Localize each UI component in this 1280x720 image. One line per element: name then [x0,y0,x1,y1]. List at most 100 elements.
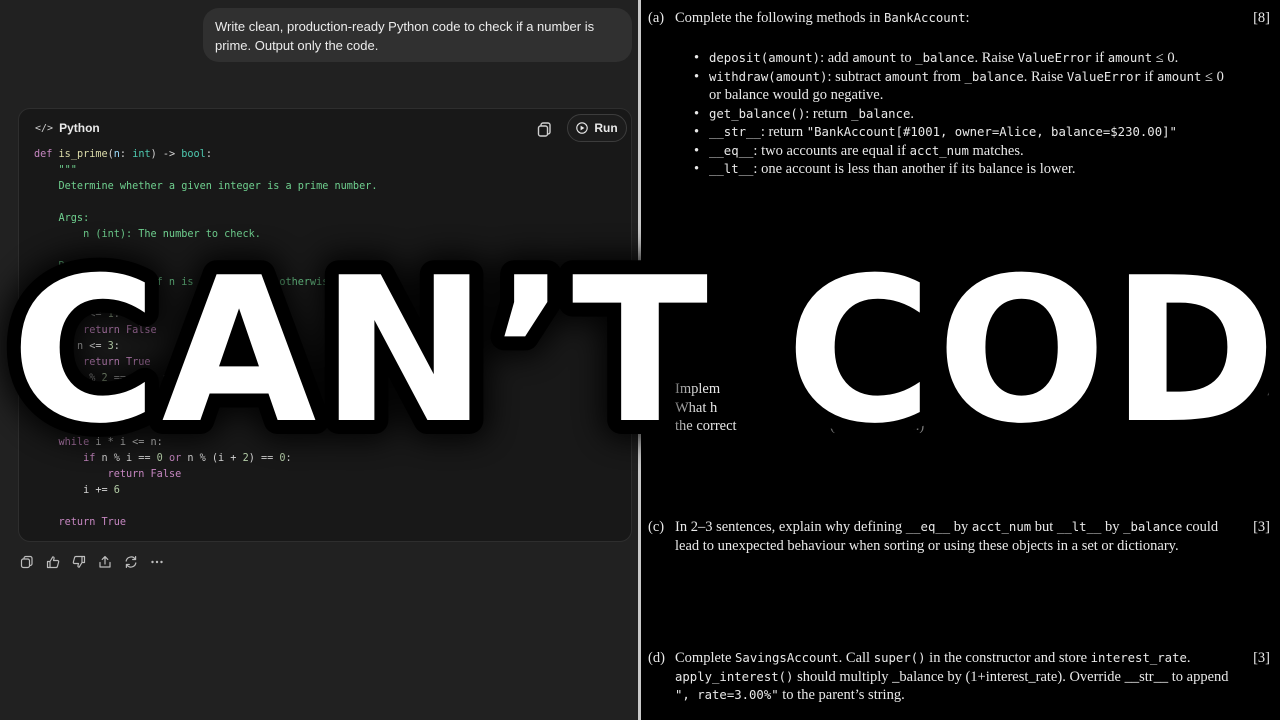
inline-text: by [950,519,972,535]
run-button[interactable]: Run [567,114,627,142]
inline-code: apply_interest() [675,669,794,684]
code-line: if n % i == 0 or n % (i + 2) == 0: [34,451,624,467]
question-b-line-2-end: y is this [1178,399,1223,418]
code-token: if [34,309,77,320]
intro-punct: : [965,10,970,26]
code-token: 5 [83,421,90,432]
question-b-line-1-end: deposit(). [1176,380,1246,399]
inline-code: "BankAccount[#1001, owner=Alice, balance… [806,125,1177,139]
inline-code: acct_num [909,143,969,158]
inline-text: by (1+interest_rate). Override [943,668,1125,685]
inline-text: in the constructor and store [925,650,1091,666]
inline-text: should multiply [793,668,893,685]
question-b-marks: [3] [1253,381,1270,397]
code-token: n % [76,373,102,384]
q-b-punct: . [1242,381,1247,397]
q-b-text: What h [675,399,718,416]
inline-text: . Raise [1023,68,1067,85]
code-token: or [138,373,163,384]
copy-button[interactable] [19,553,35,571]
inline-code: get_balance() [709,106,806,121]
inline-code: amount [1157,69,1202,84]
code-token: n <= [76,341,108,352]
copy-icon [20,555,33,569]
code-line: bool: True if n is prime, False otherwis… [34,275,624,291]
code-block: </> Python Run def is_prime(n: int) -> b… [18,108,632,542]
inline-text: to the parent’s string. [778,687,905,703]
bullet-item: __str__: return "BankAccount[#1001, owne… [694,123,1234,142]
q-b-text: the correct [675,418,737,434]
question-a-marks: [8] [1253,10,1270,26]
q-b-text: Implem [675,381,721,397]
inline-code: ValueError [1066,69,1141,84]
run-label: Run [594,121,618,135]
code-language-header: </> Python [35,121,100,135]
inline-code: amount [1107,51,1153,65]
code-line: i = 5 [34,419,624,435]
code-token: Returns: [34,261,108,272]
inline-text: matches. [968,142,1024,159]
bullet-item: get_balance(): return _balance. [694,105,1234,124]
thumbs-up-button[interactable] [45,553,61,571]
inline-text: _balance [892,668,944,685]
question-c-body: In 2–3 sentences, explain why defining _… [675,518,1220,555]
code-line: i += 6 [34,483,624,499]
copy-code-button[interactable] [535,119,555,139]
inline-text: from [929,68,965,85]
code-line: return True [34,515,624,531]
regenerate-button[interactable] [123,553,139,571]
code-line: return False [34,323,624,339]
exam-pane: (a) Complete the following methods in Ba… [641,0,1280,720]
inline-code: _balance [1123,520,1183,534]
code-token: bool [181,149,206,160]
code-token: : [285,453,292,464]
code-token: True [126,357,151,368]
code-token: ) == [248,453,280,464]
inline-text: : two accounts are equal if [753,142,910,159]
inline-text: . [910,105,915,122]
code-token: if [34,453,102,464]
code-token: """ [34,293,77,304]
code-token: if [34,341,77,352]
inline-code: __eq__ [709,143,754,158]
inline-text: In 2–3 sentences, explain why defining [675,519,906,535]
inline-code: _balance [964,69,1024,84]
share-button[interactable] [97,553,113,571]
inline-code: withdraw(amount) [709,69,828,84]
inline-text: . [1186,650,1191,666]
inline-text: to [896,50,916,66]
more-options-button[interactable] [149,553,165,571]
code-line: """ [34,163,624,179]
code-token: is_prime [58,149,108,160]
inline-code: super() [873,651,926,665]
code-token: return [34,517,102,528]
inline-code: __lt__ [1056,520,1102,534]
inline-code: ValueError [1017,51,1092,65]
bullet-item: __lt__: one account is less than another… [694,160,1234,179]
inline-code: __str__ [709,125,761,139]
inline-text: : one account is less than another if it… [753,161,1076,177]
code-line: if n <= 1: [34,307,624,323]
question-b-line-3: the correct [675,417,1235,436]
thumbs-down-button[interactable] [71,553,87,571]
user-message: Write clean, production-ready Python cod… [203,8,632,62]
code-token: False [126,389,157,400]
code-token: return [34,325,127,336]
code-token: while [34,437,96,448]
code-token: int [132,149,151,160]
q-b-text: y is this [1178,399,1224,416]
code-language-label: Python [59,121,100,135]
code-token: return [34,357,127,368]
question-a-intro: Complete the following methods in BankAc… [675,9,1235,28]
code-line: Args: [34,211,624,227]
q-b-text: (2–3 sentences.) [830,418,925,434]
inline-text: if [1091,50,1108,66]
code-token: n <= [76,309,108,320]
code-token: or [162,453,188,464]
code-line: return True [34,355,624,371]
inline-code: __eq__ [905,520,951,534]
code-line: return False [34,387,624,403]
question-a-label: (a) [648,10,665,26]
